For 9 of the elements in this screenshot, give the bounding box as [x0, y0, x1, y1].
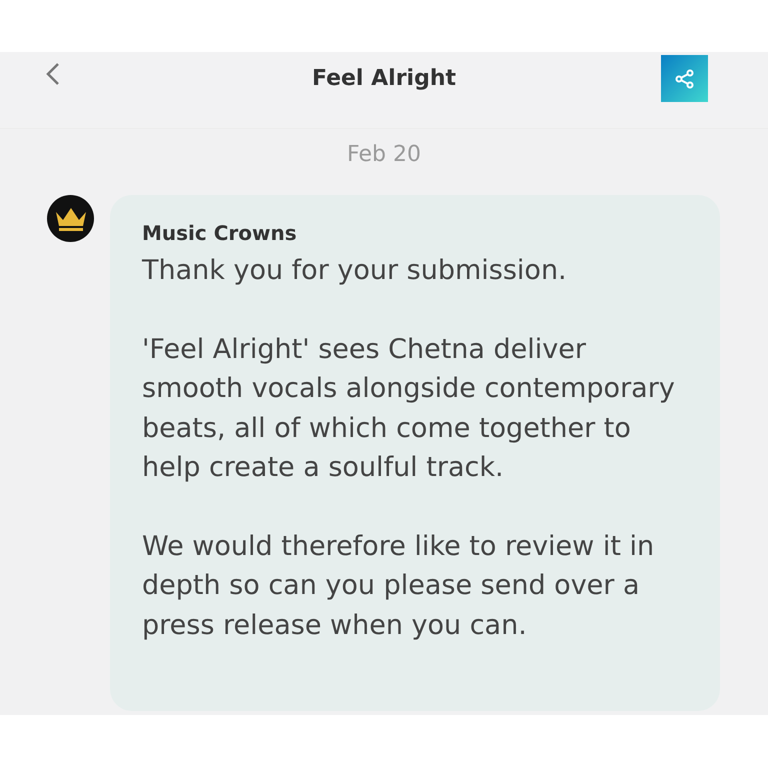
message-paragraph: 'Feel Alright' sees Chetna deliver smooth vocals alongside contemporary beats, all of which come together to help create a soulful track. — [142, 332, 676, 485]
crown-icon — [54, 206, 88, 232]
share-button[interactable] — [661, 55, 708, 102]
message-paragraph: Thank you for your submission. — [142, 254, 568, 288]
share-icon — [674, 68, 694, 88]
chat-title: Feel Alright — [312, 66, 456, 91]
sender-name: Music Crowns — [142, 221, 298, 245]
message-paragraph: We would therefore like to review it in depth so can you please send over a press release when you can. — [142, 530, 656, 642]
date-label: Feb 20 — [347, 142, 421, 167]
